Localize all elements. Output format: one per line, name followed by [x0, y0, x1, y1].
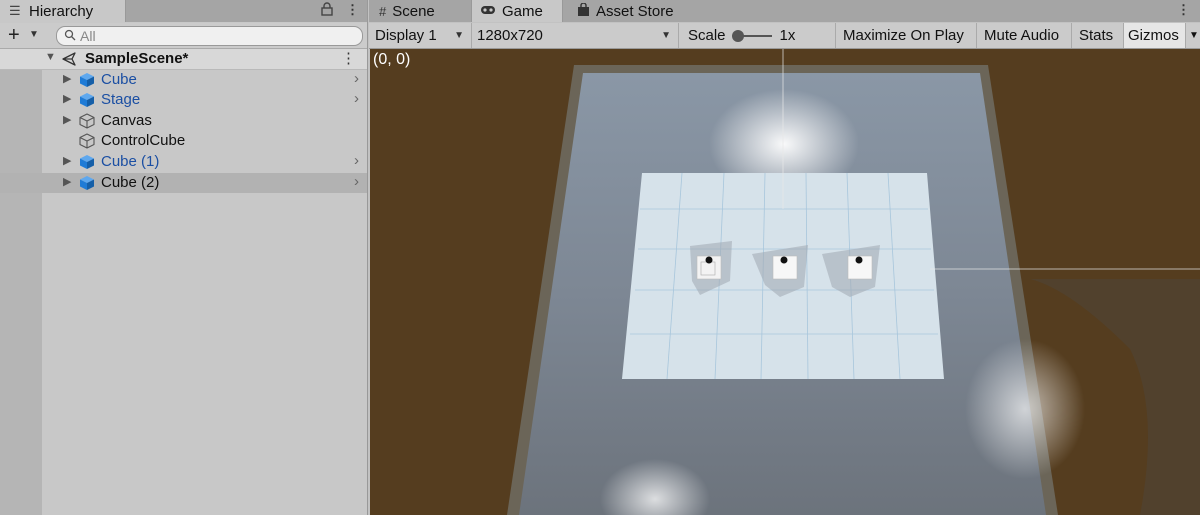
scale-slider-handle[interactable] [731, 29, 744, 42]
expand-arrow-icon[interactable]: ▶ [63, 154, 71, 167]
tab-hierarchy[interactable]: ☰ Hierarchy [0, 0, 126, 22]
game-viewport[interactable]: (0, 0) [370, 49, 1200, 515]
gameobject-cube-icon [79, 113, 95, 129]
expand-arrow-icon[interactable]: ▶ [63, 113, 71, 126]
mute-audio-label: Mute Audio [984, 27, 1060, 44]
search-placeholder: All [80, 28, 96, 44]
hierarchy-item-cube-1[interactable]: ▶ Cube (1) › [0, 152, 367, 172]
hierarchy-toolbar: + ▼ All [0, 23, 367, 49]
kebab-menu-icon[interactable]: ⋮ [346, 2, 359, 18]
mute-audio-toggle[interactable]: Mute Audio [977, 23, 1072, 48]
chevron-right-icon[interactable]: › [354, 152, 359, 169]
display-dropdown[interactable]: Display 1 ▼ [369, 23, 472, 48]
scale-control[interactable]: Scale 1x [679, 23, 836, 48]
kebab-menu-icon[interactable]: ⋮ [1177, 2, 1190, 18]
stats-label: Stats [1079, 27, 1114, 44]
stats-toggle[interactable]: Stats [1072, 23, 1124, 48]
gamepad-icon [480, 4, 496, 19]
search-input[interactable]: All [56, 26, 363, 46]
maximize-on-play-toggle[interactable]: Maximize On Play [836, 23, 977, 48]
expand-arrow-icon[interactable]: ▶ [63, 92, 71, 105]
game-panel: # Scene Game Asset Store ⋮ Display 1 ▼ 1… [369, 0, 1200, 515]
hash-grid-icon: # [379, 3, 387, 19]
prefab-cube-icon [79, 175, 95, 191]
prefab-cube-icon [79, 92, 95, 108]
unity-scene-icon [61, 51, 77, 67]
display-value: Display 1 [375, 27, 437, 44]
hierarchy-panel: ☰ Hierarchy ⋮ + ▼ All ▼ SampleScene* ⋮ ▶… [0, 0, 368, 515]
chevron-right-icon[interactable]: › [354, 90, 359, 107]
light-spot [965, 339, 1085, 479]
scene-name: SampleScene* [85, 50, 189, 67]
hierarchy-item-label: Cube [101, 71, 137, 88]
coordinate-readout: (0, 0) [373, 51, 411, 68]
expand-arrow-icon[interactable]: ▶ [63, 72, 71, 85]
gizmos-toggle[interactable]: Gizmos [1124, 23, 1186, 48]
hierarchy-item-cube[interactable]: ▶ Cube › [0, 70, 367, 90]
tab-game-label: Game [502, 2, 543, 20]
prefab-cube-icon [79, 72, 95, 88]
scale-slider[interactable] [731, 29, 772, 42]
prefab-cube-icon [79, 154, 95, 170]
scale-label: Scale [688, 27, 726, 44]
add-button[interactable]: + [8, 24, 20, 46]
gizmos-dropdown[interactable]: ▼ [1186, 23, 1200, 48]
chevron-right-icon[interactable]: › [354, 70, 359, 87]
expand-arrow-icon[interactable]: ▶ [63, 175, 71, 188]
resolution-dropdown[interactable]: 1280x720 ▼ [472, 23, 679, 48]
cube-right[interactable] [847, 255, 873, 280]
lock-icon[interactable] [321, 2, 333, 19]
scene-menu-icon[interactable]: ⋮ [341, 49, 356, 67]
tab-scene-label: Scene [392, 2, 435, 20]
maximize-on-play-label: Maximize On Play [843, 27, 964, 44]
hierarchy-item-cube-2[interactable]: ▶ Cube (2) › [0, 173, 367, 193]
tab-scene[interactable]: # Scene [379, 0, 435, 22]
caret-down-icon: ▼ [661, 30, 671, 41]
caret-down-icon[interactable]: ▼ [29, 29, 39, 40]
resolution-value: 1280x720 [477, 27, 543, 44]
game-tab-bar: # Scene Game Asset Store ⋮ [369, 0, 1200, 22]
expand-arrow-icon[interactable]: ▼ [45, 51, 56, 63]
gizmos-label: Gizmos [1128, 27, 1179, 44]
scale-value: 1x [779, 27, 796, 44]
scene-row[interactable]: ▼ SampleScene* ⋮ [0, 49, 367, 70]
hierarchy-item-controlcube[interactable]: ControlCube [0, 131, 367, 151]
tab-hierarchy-label: Hierarchy [29, 2, 94, 20]
hierarchy-item-label: ControlCube [101, 132, 186, 149]
hierarchy-item-label: Stage [101, 91, 141, 108]
tab-game[interactable]: Game [471, 0, 563, 22]
cube-left[interactable] [696, 255, 722, 280]
shopping-bag-icon [577, 1, 590, 20]
hierarchy-item-label: Cube (1) [101, 153, 160, 170]
list-icon: ☰ [9, 3, 21, 18]
cube-middle[interactable] [772, 255, 798, 280]
chevron-right-icon[interactable]: › [354, 173, 359, 190]
tab-asset-store[interactable]: Asset Store [577, 0, 674, 22]
gameobject-cube-icon [79, 133, 95, 149]
search-icon [64, 27, 76, 44]
caret-down-icon: ▼ [454, 30, 464, 41]
hierarchy-item-canvas[interactable]: ▶ Canvas [0, 111, 367, 131]
game-render [507, 49, 1200, 515]
hierarchy-item-label: Canvas [101, 112, 152, 129]
hierarchy-tab-bar: ☰ Hierarchy ⋮ [0, 0, 367, 22]
game-toolbar: Display 1 ▼ 1280x720 ▼ Scale 1x Maximize… [369, 23, 1200, 49]
tab-asset-store-label: Asset Store [596, 2, 674, 20]
hierarchy-item-stage[interactable]: ▶ Stage › [0, 90, 367, 110]
hierarchy-item-label: Cube (2) [101, 174, 160, 191]
caret-down-icon: ▼ [1189, 30, 1199, 41]
hierarchy-tree: ▼ SampleScene* ⋮ ▶ Cube › ▶ Stage › ▶ Ca… [0, 49, 367, 515]
